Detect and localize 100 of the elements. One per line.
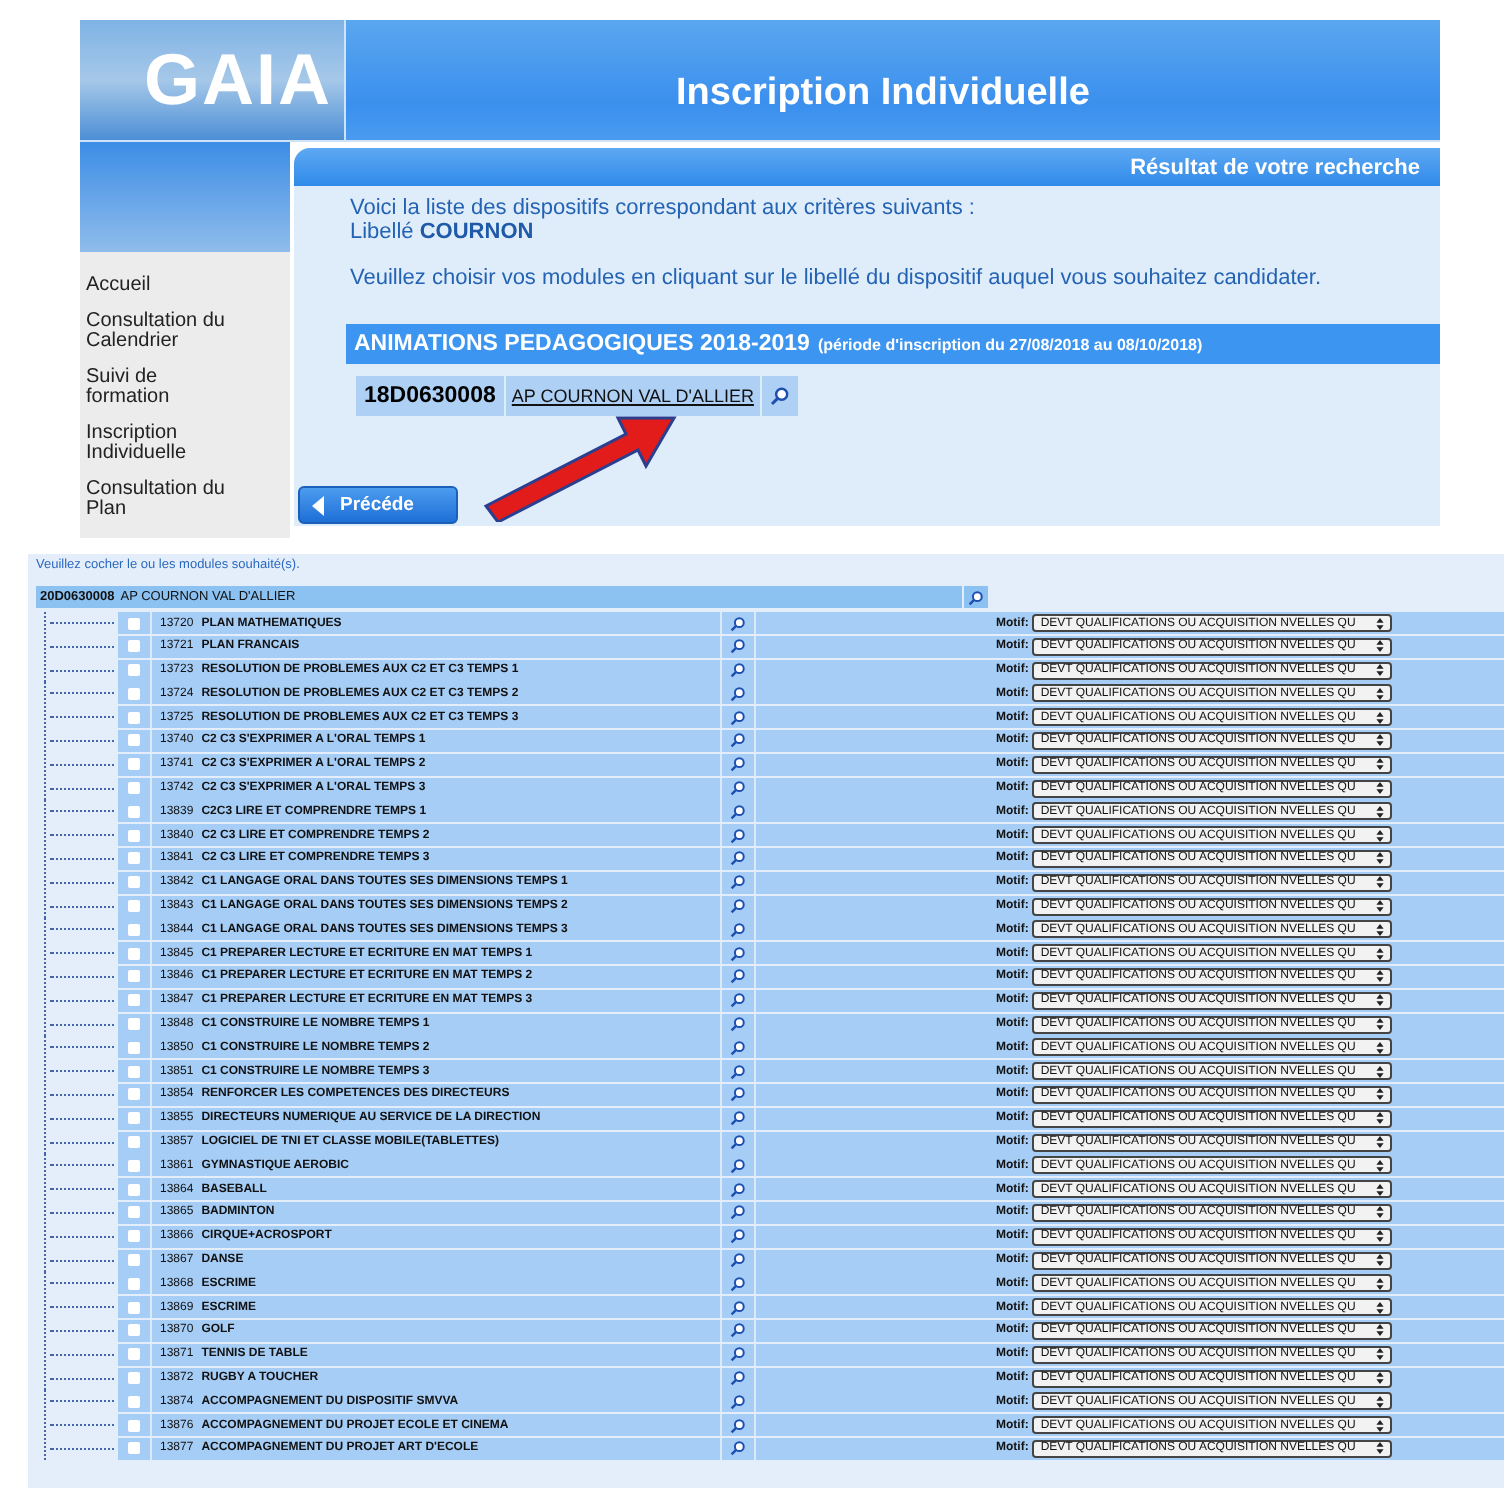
sidebar-link[interactable]: Accueil — [80, 272, 242, 308]
section-title: ANIMATIONS PEDAGOGIQUES 2018-2019 — [354, 332, 810, 356]
module-checkbox[interactable] — [128, 994, 140, 1007]
module-checkbox[interactable] — [128, 640, 140, 653]
search-icon[interactable] — [730, 732, 746, 749]
search-icon[interactable] — [730, 1228, 746, 1245]
updown-arrows-icon — [1376, 900, 1385, 913]
updown-arrows-icon — [1376, 1230, 1385, 1243]
module-checkbox[interactable] — [128, 1395, 140, 1408]
module-checkbox[interactable] — [128, 1301, 140, 1314]
search-icon[interactable] — [769, 386, 790, 406]
module-checkbox[interactable] — [128, 876, 140, 889]
criterion-text: Libellé COURNON — [350, 220, 536, 244]
dispositif-code: 18D0630008 — [356, 376, 504, 416]
updown-arrows-icon — [1376, 852, 1385, 865]
search-icon[interactable] — [730, 1322, 746, 1339]
updown-arrows-icon — [1376, 1112, 1385, 1125]
search-icon[interactable] — [730, 850, 746, 867]
module-checkbox[interactable] — [128, 711, 140, 724]
updown-arrows-icon — [1376, 1442, 1385, 1455]
updown-arrows-icon — [1376, 1254, 1385, 1267]
module-checkbox[interactable] — [128, 1018, 140, 1031]
search-icon[interactable] — [730, 992, 746, 1009]
search-icon[interactable] — [730, 638, 746, 655]
module-checkbox[interactable] — [128, 1419, 140, 1432]
search-icon[interactable] — [730, 968, 746, 985]
module-checkbox[interactable] — [128, 1372, 140, 1384]
search-icon[interactable] — [730, 921, 746, 938]
module-checkbox[interactable] — [128, 805, 140, 818]
module-checkbox[interactable] — [128, 1183, 140, 1196]
updown-arrows-icon — [1376, 1065, 1385, 1078]
search-icon[interactable] — [730, 1134, 746, 1151]
module-checkbox[interactable] — [128, 1136, 140, 1149]
sidebar-link[interactable]: Consultation du Calendrier — [80, 308, 242, 364]
module-checkbox[interactable] — [128, 1324, 140, 1337]
search-icon[interactable] — [730, 1063, 746, 1080]
search-icon[interactable] — [730, 1204, 746, 1221]
module-checkbox[interactable] — [128, 1348, 140, 1361]
module-checkbox[interactable] — [128, 664, 140, 677]
module-checkbox[interactable] — [128, 617, 140, 629]
module-checkbox[interactable] — [128, 1206, 140, 1219]
search-icon[interactable] — [730, 1370, 746, 1386]
updown-arrows-icon — [1376, 687, 1385, 700]
module-checkbox[interactable] — [128, 1159, 140, 1172]
sidebar-link[interactable]: Inscription Individuelle — [80, 420, 242, 476]
module-checkbox[interactable] — [128, 1065, 140, 1078]
search-icon[interactable] — [730, 1039, 746, 1056]
module-checkbox[interactable] — [128, 758, 140, 771]
search-icon[interactable] — [968, 589, 984, 605]
search-icon[interactable] — [730, 1417, 746, 1434]
module-checkbox[interactable] — [128, 1041, 140, 1054]
module-checkbox[interactable] — [128, 947, 140, 960]
instruction-text: Veuillez choisir vos modules en cliquant sur le libellé du dispositif auquel vous souhaitez candidater. — [350, 266, 1324, 290]
module-checkbox[interactable] — [128, 1442, 140, 1455]
updown-arrows-icon — [1376, 1277, 1385, 1290]
search-icon[interactable] — [730, 615, 746, 631]
search-icon[interactable] — [730, 1252, 746, 1269]
search-icon[interactable] — [730, 1110, 746, 1127]
search-icon[interactable] — [730, 1157, 746, 1174]
module-checkbox[interactable] — [128, 782, 140, 795]
module-checkbox[interactable] — [128, 829, 140, 842]
search-icon[interactable] — [730, 1299, 746, 1316]
updown-arrows-icon — [1376, 876, 1385, 889]
search-icon[interactable] — [730, 827, 746, 844]
sidebar-link[interactable]: Suivi de formation — [80, 364, 242, 420]
module-checkbox[interactable] — [128, 1088, 140, 1101]
page-title: Inscription Individuelle — [676, 72, 1090, 116]
search-icon[interactable] — [730, 780, 746, 797]
search-icon[interactable] — [730, 1181, 746, 1198]
search-icon[interactable] — [730, 1086, 746, 1103]
module-checkbox[interactable] — [128, 970, 140, 983]
search-icon[interactable] — [730, 685, 746, 702]
updown-arrows-icon — [1376, 829, 1385, 842]
search-icon[interactable] — [730, 874, 746, 891]
search-icon[interactable] — [730, 898, 746, 915]
search-icon[interactable] — [730, 803, 746, 820]
module-checkbox[interactable] — [128, 852, 140, 865]
module-checkbox[interactable] — [128, 1277, 140, 1290]
search-icon[interactable] — [730, 1016, 746, 1033]
search-icon[interactable] — [730, 709, 746, 726]
back-button[interactable]: Précéde — [298, 486, 458, 524]
search-icon[interactable] — [730, 945, 746, 962]
search-icon[interactable] — [730, 1440, 746, 1457]
search-icon[interactable] — [730, 1393, 746, 1410]
updown-arrows-icon — [1376, 947, 1385, 960]
module-checkbox[interactable] — [128, 1230, 140, 1243]
search-icon[interactable] — [730, 756, 746, 773]
module-checkbox[interactable] — [128, 687, 140, 700]
updown-arrows-icon — [1376, 1372, 1385, 1384]
module-checkbox[interactable] — [128, 900, 140, 913]
sidebar-link[interactable]: Consultation du Plan — [80, 476, 242, 532]
updown-arrows-icon — [1376, 617, 1385, 629]
updown-arrows-icon — [1376, 1088, 1385, 1101]
search-icon[interactable] — [730, 1346, 746, 1363]
module-checkbox[interactable] — [128, 1112, 140, 1125]
module-checkbox[interactable] — [128, 734, 140, 747]
module-checkbox[interactable] — [128, 1254, 140, 1267]
module-checkbox[interactable] — [128, 923, 140, 936]
search-icon[interactable] — [730, 1275, 746, 1292]
search-icon[interactable] — [730, 662, 746, 679]
